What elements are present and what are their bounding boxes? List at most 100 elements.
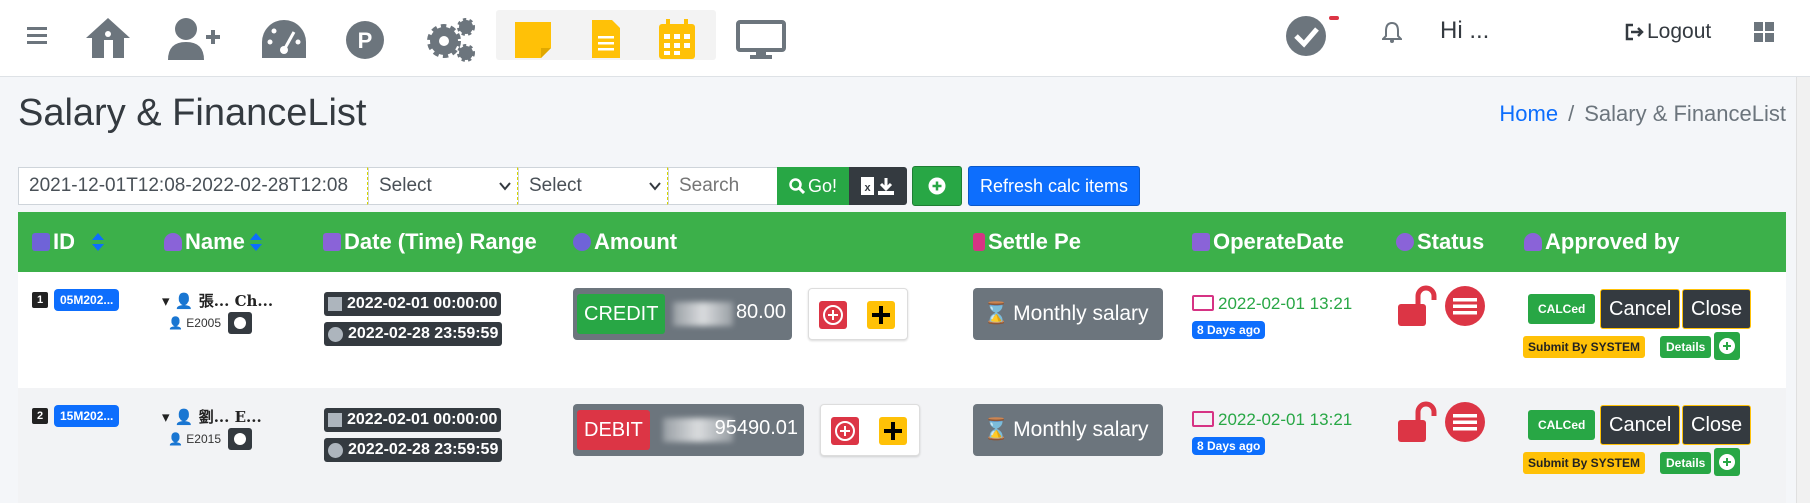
sort-icon[interactable] xyxy=(249,232,263,252)
cancel-button[interactable]: Cancel xyxy=(1600,289,1681,329)
settle-period-text: Monthly salary xyxy=(1013,418,1149,441)
stop-circle-icon[interactable] xyxy=(1444,400,1486,444)
record-id-badge[interactable]: 15M202... xyxy=(54,405,120,427)
id-card-icon xyxy=(1192,411,1214,427)
details-button[interactable]: Details xyxy=(1660,336,1712,358)
breadcrumb-home[interactable]: Home xyxy=(1499,101,1558,126)
amount-actions xyxy=(820,404,920,456)
employee-name[interactable]: ▾ 👤 張... Ch... xyxy=(162,290,273,311)
go-button[interactable]: Go! xyxy=(777,167,849,205)
go-label: Go! xyxy=(807,175,837,196)
user-greeting[interactable]: Hi ... xyxy=(1440,17,1489,45)
start-datetime-text: 2022-02-01 00:00:00 xyxy=(347,411,498,428)
relative-time-badge: 8 Days ago xyxy=(1192,321,1266,339)
employee-id-text: E2005 xyxy=(186,316,221,330)
calced-button[interactable]: CALCed xyxy=(1528,410,1596,440)
column-label: Date (Time) Range xyxy=(344,229,537,254)
date-range-input[interactable]: 2021-12-01T12:08-2022-02-28T12:08 xyxy=(18,167,368,205)
debit-badge: DEBIT xyxy=(577,410,650,450)
record-id-badge[interactable]: 05M202... xyxy=(54,289,120,311)
parking-icon[interactable]: P xyxy=(345,20,385,60)
speedometer-icon[interactable] xyxy=(260,18,308,62)
file-icon[interactable] xyxy=(590,18,622,60)
column-header-settle-period: Settle Pe xyxy=(973,212,1081,272)
page-title: Salary & FinanceList xyxy=(18,92,367,134)
employee-add-button[interactable] xyxy=(228,428,252,450)
check-circle-icon[interactable] xyxy=(1285,12,1341,58)
filter-select-1[interactable]: Select xyxy=(368,167,518,205)
monitor-icon[interactable] xyxy=(736,20,786,60)
svg-text:P: P xyxy=(358,28,373,53)
square-icon xyxy=(328,297,342,311)
calendar-icon xyxy=(1192,233,1210,251)
plus-circle-button[interactable] xyxy=(819,301,847,329)
cancel-button[interactable]: Cancel xyxy=(1600,405,1681,445)
plus-circle-icon xyxy=(234,433,246,445)
amount-actions xyxy=(808,288,908,340)
add-approval-button[interactable] xyxy=(1714,448,1740,476)
stop-circle-icon[interactable] xyxy=(1444,284,1486,328)
plus-button[interactable] xyxy=(867,301,895,329)
amount-pill: CREDIT 80.00 xyxy=(573,288,792,340)
calced-button[interactable]: CALCed xyxy=(1528,294,1596,324)
person-icon: 👤 xyxy=(168,316,183,330)
plus-circle-button[interactable] xyxy=(831,417,859,445)
amount-value: 80.00 xyxy=(735,301,786,323)
column-label: Settle Pe xyxy=(988,229,1081,254)
start-datetime-text: 2022-02-01 00:00:00 xyxy=(347,295,498,312)
employee-name-text: 張... Ch... xyxy=(198,292,274,310)
unlock-icon[interactable] xyxy=(1396,400,1440,444)
calendar-icon[interactable] xyxy=(658,18,696,60)
breadcrumb-current: Salary & FinanceList xyxy=(1584,101,1786,126)
refresh-calc-button[interactable]: Refresh calc items xyxy=(968,166,1140,206)
svg-text:x: x xyxy=(864,182,871,194)
sort-icon[interactable] xyxy=(91,232,105,252)
column-label: ID xyxy=(53,229,75,254)
expand-caret-icon[interactable]: ▾ xyxy=(162,292,175,310)
plus-button[interactable] xyxy=(879,417,907,445)
employee-add-button[interactable] xyxy=(228,312,252,334)
column-header-name[interactable]: Name xyxy=(164,212,263,272)
filter-select-2[interactable]: Select xyxy=(518,167,668,205)
close-button[interactable]: Close xyxy=(1682,289,1752,329)
employee-name-text: 劉... E... xyxy=(198,408,262,426)
logout-icon xyxy=(1625,23,1644,41)
user-icon xyxy=(164,233,182,251)
details-button[interactable]: Details xyxy=(1660,452,1712,474)
plus-circle-icon xyxy=(234,317,246,329)
employee-id: 👤 E2015 xyxy=(168,432,221,446)
logout-button[interactable]: Logout xyxy=(1625,20,1711,44)
excel-export-button[interactable]: x xyxy=(849,167,907,205)
settle-period-badge: ⌛ Monthly salary xyxy=(973,288,1163,340)
add-approval-button[interactable] xyxy=(1714,332,1740,360)
vertical-scrollbar[interactable] xyxy=(1796,77,1810,503)
employee-name[interactable]: ▾ 👤 劉... E... xyxy=(162,406,262,427)
home-icon[interactable] xyxy=(84,16,132,60)
add-button[interactable] xyxy=(912,166,962,206)
close-button[interactable]: Close xyxy=(1682,405,1752,445)
menu-icon[interactable] xyxy=(27,27,47,45)
column-header-id[interactable]: ID xyxy=(32,212,105,272)
cogs-icon[interactable] xyxy=(424,15,478,63)
end-datetime: 2022-02-28 23:59:59 xyxy=(324,322,503,346)
table-row: 1 05M202... ▾ 👤 張... Ch... 👤 E2005 2022-… xyxy=(18,272,1786,388)
column-header-status: Status xyxy=(1396,212,1484,272)
settle-period-badge: ⌛ Monthly salary xyxy=(973,404,1163,456)
expand-caret-icon[interactable]: ▾ xyxy=(162,408,175,426)
employee-id-text: E2015 xyxy=(186,432,221,446)
plus-circle-icon xyxy=(928,177,946,195)
column-header-approved-by: Approved by xyxy=(1524,212,1679,272)
hourglass-icon: ⌛ xyxy=(983,302,1010,325)
column-label: Amount xyxy=(594,229,678,254)
search-input[interactable] xyxy=(668,167,778,205)
bell-icon[interactable] xyxy=(1382,21,1402,43)
table-header: ID Name Date (Time) Range Amount Settle … xyxy=(18,212,1786,272)
grid-icon[interactable] xyxy=(1754,22,1774,42)
operate-date: 2022-02-01 13:21 xyxy=(1192,410,1352,430)
unlock-icon[interactable] xyxy=(1396,284,1440,328)
column-header-amount: Amount xyxy=(573,212,677,272)
user-plus-icon[interactable] xyxy=(168,16,222,62)
sticky-note-icon[interactable] xyxy=(513,20,553,60)
column-label: Status xyxy=(1417,229,1485,254)
filter-select-1-value: Select xyxy=(379,175,432,196)
